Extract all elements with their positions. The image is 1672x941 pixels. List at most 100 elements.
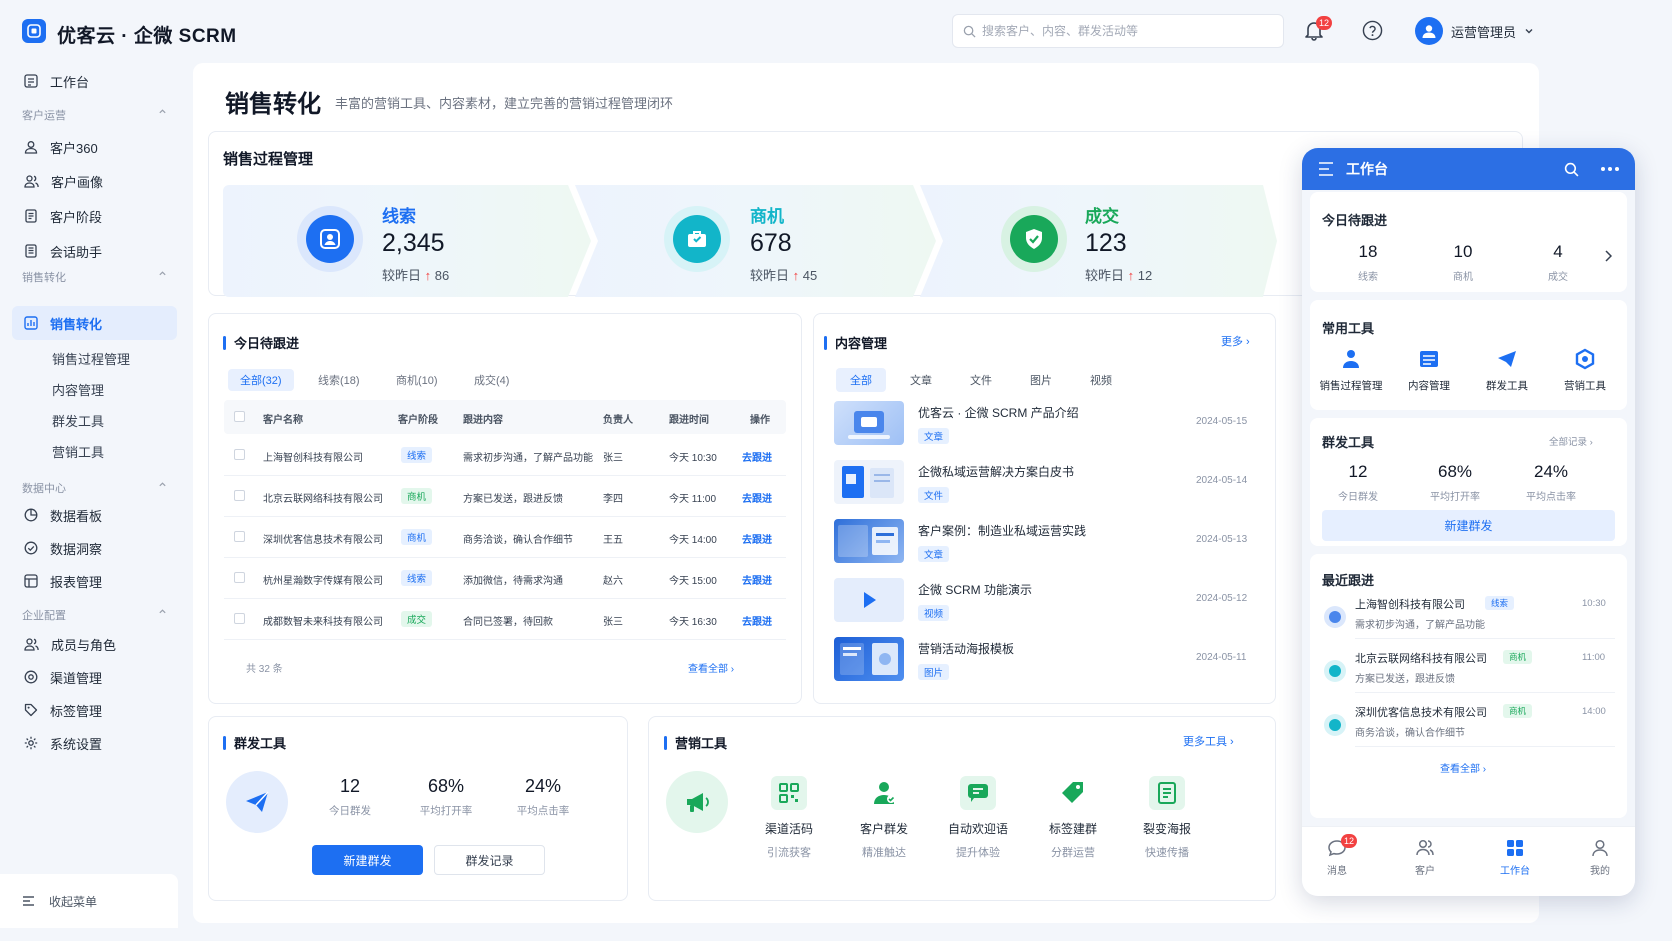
- mobile-recent-name: 上海智创科技有限公司: [1355, 599, 1465, 611]
- mobile-tab-workbench[interactable]: 工作台: [1490, 839, 1540, 877]
- mobile-tool-label: 群发工具: [1486, 380, 1528, 392]
- notification-button[interactable]: 12: [1304, 16, 1333, 41]
- tab-deals[interactable]: 成交(4): [462, 369, 521, 391]
- sidebar-item-members[interactable]: 成员与角色: [12, 627, 177, 661]
- new-mass-button[interactable]: 新建群发: [312, 845, 423, 875]
- customer-name: 杭州星瀚数字传媒有限公司: [263, 576, 383, 587]
- mobile-tab-label: 消息: [1327, 866, 1347, 877]
- sidebar-item-assistant[interactable]: 会话助手: [12, 234, 177, 268]
- sidebar-item-sales-conversion[interactable]: 销售转化: [12, 306, 177, 340]
- megaphone-icon: [666, 771, 728, 833]
- help-button[interactable]: [1362, 20, 1383, 41]
- tool-fission-poster[interactable]: 裂变海报 快速传播: [1127, 776, 1207, 860]
- mass-stat-value: 24%: [524, 776, 562, 796]
- group-data[interactable]: 数据中心: [22, 480, 167, 496]
- sidebar-sub-process[interactable]: 销售过程管理: [52, 349, 130, 368]
- row-checkbox[interactable]: [234, 613, 245, 624]
- search-icon[interactable]: [1564, 162, 1579, 177]
- row-checkbox[interactable]: [234, 572, 245, 583]
- row-checkbox[interactable]: [234, 449, 245, 460]
- followup-time: 今天 11:00: [669, 494, 717, 505]
- followup-action-link[interactable]: 去跟进: [742, 531, 772, 546]
- mobile-tools-card: 常用工具 销售过程管理 内容管理 群发工具 营销工具: [1310, 300, 1627, 410]
- mobile-tool-process[interactable]: 销售过程管理: [1312, 348, 1390, 393]
- sidebar-item-tags[interactable]: 标签管理: [12, 693, 177, 727]
- app-logo[interactable]: [22, 19, 46, 43]
- global-search[interactable]: [952, 14, 1284, 48]
- user-menu[interactable]: 运营管理员: [1415, 17, 1534, 45]
- mobile-tool-mass[interactable]: 群发工具: [1468, 348, 1546, 393]
- owner: 张三: [603, 617, 623, 628]
- tool-tag-group[interactable]: 标签建群 分群运营: [1033, 776, 1113, 860]
- content-tab-all[interactable]: 全部: [836, 368, 886, 392]
- followup-content: 合同已签署，待回款: [463, 617, 553, 628]
- user-network-icon: [1343, 350, 1359, 368]
- sidebar-item-report[interactable]: 报表管理: [12, 564, 177, 598]
- stage-opportunity-compare: 较昨日 ↑ 45: [750, 268, 818, 283]
- stage-lead-label: 线索: [382, 207, 416, 226]
- message-icon: [960, 776, 996, 810]
- sidebar-item-stage[interactable]: 客户阶段: [12, 199, 177, 233]
- group-sales[interactable]: 销售转化: [22, 269, 167, 285]
- group-enterprise[interactable]: 企业配置: [22, 607, 167, 623]
- sidebar-sub-content[interactable]: 内容管理: [52, 380, 104, 399]
- menu-icon[interactable]: [1318, 162, 1334, 176]
- tool-name: 裂变海报: [1142, 822, 1191, 836]
- tag-icon: [24, 703, 38, 717]
- followup-action-link[interactable]: 去跟进: [742, 613, 772, 628]
- tab-all[interactable]: 全部(32): [228, 369, 294, 391]
- mobile-recent-name: 深圳优客信息技术有限公司: [1355, 707, 1487, 719]
- more-icon[interactable]: [1601, 167, 1619, 171]
- mobile-tab-messages[interactable]: 12 消息: [1312, 834, 1362, 877]
- sidebar-sub-mass[interactable]: 群发工具: [52, 411, 104, 430]
- chevron-up-icon: [159, 109, 166, 114]
- followup-action-link[interactable]: 去跟进: [742, 572, 772, 587]
- mobile-mass-all-link[interactable]: 全部记录 ›: [1549, 434, 1593, 448]
- sidebar-item-workbench[interactable]: 工作台: [12, 64, 177, 98]
- marketing-more-link[interactable]: 更多工具 ›: [1183, 733, 1234, 749]
- sidebar-item-channels[interactable]: 渠道管理: [12, 660, 177, 694]
- search-input[interactable]: [982, 24, 1262, 38]
- content-tab-article[interactable]: 文章: [896, 368, 946, 392]
- followup-action-link[interactable]: 去跟进: [742, 490, 772, 505]
- mobile-tab-me[interactable]: 我的: [1575, 839, 1625, 877]
- row-checkbox[interactable]: [234, 531, 245, 542]
- mobile-today-value: 4: [1553, 242, 1563, 261]
- content-date: 2024-05-13: [1196, 534, 1248, 545]
- sidebar-item-customer360[interactable]: 客户360: [12, 130, 177, 164]
- tool-channel-qrcode[interactable]: 渠道活码 引流获客: [749, 776, 829, 860]
- collapse-menu-button[interactable]: 收起菜单: [0, 874, 178, 928]
- qrcode-icon: [771, 776, 807, 810]
- content-title-text: 企微私域运营解决方案白皮书: [918, 465, 1075, 479]
- sidebar-item-insight[interactable]: 数据洞察: [12, 531, 177, 565]
- select-all-checkbox[interactable]: [234, 411, 245, 422]
- tab-leads[interactable]: 线索(18): [306, 369, 372, 391]
- mobile-new-mass-button[interactable]: 新建群发: [1322, 510, 1615, 541]
- mobile-tab-customers[interactable]: 客户: [1400, 839, 1450, 877]
- mobile-tool-marketing[interactable]: 营销工具: [1546, 348, 1624, 393]
- tool-auto-welcome[interactable]: 自动欢迎语 提升体验: [938, 776, 1018, 860]
- sidebar-item-dashboard[interactable]: 数据看板: [12, 498, 177, 532]
- content-date: 2024-05-14: [1196, 475, 1248, 486]
- row-checkbox[interactable]: [234, 490, 245, 501]
- mobile-today-card[interactable]: 今日待跟进 18 线索 10 商机 4 成交: [1310, 192, 1627, 292]
- content-tab-file[interactable]: 文件: [956, 368, 1006, 392]
- content-tab-image[interactable]: 图片: [1016, 368, 1066, 392]
- followup-action-link[interactable]: 去跟进: [742, 449, 772, 464]
- content-tab-video[interactable]: 视频: [1076, 368, 1126, 392]
- mass-records-button[interactable]: 群发记录: [434, 845, 545, 875]
- tab-opportunities[interactable]: 商机(10): [384, 369, 450, 391]
- mobile-tool-content[interactable]: 内容管理: [1390, 348, 1468, 393]
- content-more-link[interactable]: 更多 ›: [1221, 333, 1250, 349]
- sidebar-item-settings[interactable]: 系统设置: [12, 726, 177, 760]
- sidebar-sub-marketing[interactable]: 营销工具: [52, 442, 104, 461]
- view-all-link[interactable]: 查看全部 ›: [688, 660, 734, 675]
- mobile-view-all-link[interactable]: 查看全部 ›: [1440, 760, 1486, 775]
- avatar: [1415, 17, 1443, 45]
- tool-customer-mass[interactable]: 客户群发 精准触达: [844, 776, 924, 860]
- lead-icon: [306, 215, 354, 263]
- tool-name: 客户群发: [859, 822, 908, 836]
- group-customer-ops[interactable]: 客户运营: [22, 107, 167, 123]
- sidebar-item-portrait[interactable]: 客户画像: [12, 164, 177, 198]
- mobile-tab-label: 客户: [1415, 866, 1435, 877]
